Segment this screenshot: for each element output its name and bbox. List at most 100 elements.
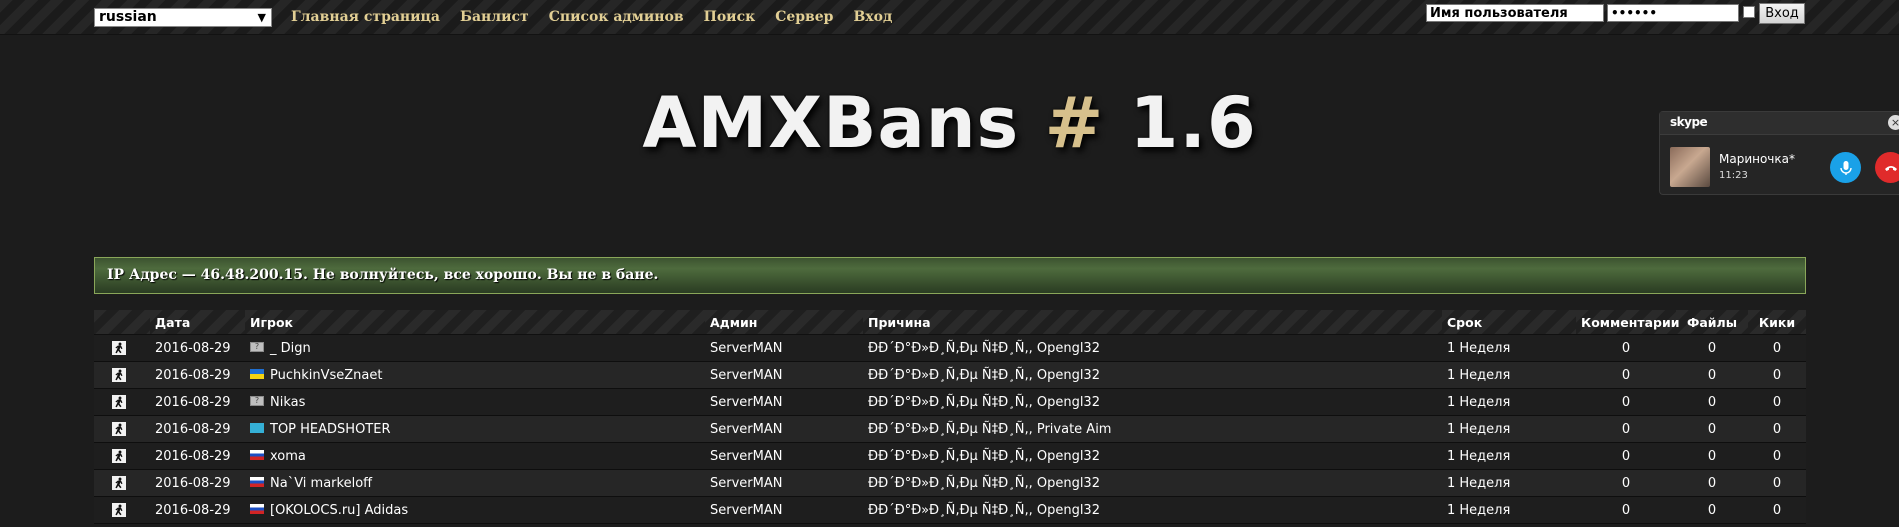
row-comments: 0: [1576, 361, 1676, 389]
row-date: 2016-08-29: [150, 469, 245, 497]
row-term: 1 Неделя: [1442, 496, 1576, 524]
logo-hash: #: [1044, 82, 1105, 164]
row-reason: ĐĐ´Đ°Đ»Đ¸Ñ‚Đµ Ñ‡Đ¸Ñ‚, Opengl32: [863, 469, 1442, 497]
row-comments: 0: [1576, 388, 1676, 416]
row-player: PuchkinVseZnaet: [245, 361, 705, 389]
ukraine-flag-icon: [250, 369, 264, 379]
row-icon-cell[interactable]: [94, 442, 150, 470]
table-header-row: Дата Игрок Админ Причина Срок Комментари…: [94, 310, 1806, 335]
skype-header: skype ×: [1660, 112, 1899, 135]
row-icon-cell[interactable]: [94, 415, 150, 443]
table-row[interactable]: 2016-08-29 Na`Vi markeloff ServerMAN ĐĐ´Đ°Đ…: [94, 469, 1806, 497]
row-date: 2016-08-29: [150, 361, 245, 389]
row-player: Na`Vi markeloff: [245, 469, 705, 497]
close-icon[interactable]: ×: [1888, 115, 1899, 130]
row-player: ? Nikas: [245, 388, 705, 416]
row-icon-cell[interactable]: [94, 496, 150, 524]
row-admin: ServerMAN: [705, 415, 863, 443]
row-admin: ServerMAN: [705, 496, 863, 524]
row-date: 2016-08-29: [150, 496, 245, 524]
row-reason: ĐĐ´Đ°Đ»Đ¸Ñ‚Đµ Ñ‡Đ¸Ñ‚, Opengl32: [863, 334, 1442, 362]
column-header-player[interactable]: Игрок: [245, 310, 705, 335]
nav-banlist[interactable]: Банлист: [460, 9, 529, 25]
login-button[interactable]: Вход: [1759, 3, 1805, 24]
cs-player-icon[interactable]: [112, 395, 126, 409]
cs-player-icon[interactable]: [112, 341, 126, 355]
table-row[interactable]: 2016-08-29? _ Dign ServerMAN ĐĐ´Đ°Đ»Đ¸Ñ‚Đµ …: [94, 334, 1806, 362]
microphone-icon: [1839, 160, 1852, 175]
kazakhstan-flag-icon: [250, 423, 264, 433]
avatar: [1670, 147, 1710, 187]
column-header-term[interactable]: Срок: [1442, 310, 1576, 335]
nav-search[interactable]: Поиск: [704, 9, 756, 25]
row-player: xoma: [245, 442, 705, 470]
row-player-name: Na`Vi markeloff: [270, 475, 373, 491]
unknown-flag-icon: ?: [250, 396, 264, 406]
row-term: 1 Неделя: [1442, 415, 1576, 443]
row-term: 1 Неделя: [1442, 442, 1576, 470]
skype-call-widget: skype × Мариночка* 11:23: [1659, 111, 1899, 195]
ban-table: Дата Игрок Админ Причина Срок Комментари…: [94, 310, 1806, 524]
end-call-button[interactable]: [1875, 152, 1899, 183]
language-select[interactable]: russian ▼: [94, 8, 272, 27]
remember-checkbox[interactable]: [1743, 6, 1755, 18]
row-icon-cell[interactable]: [94, 469, 150, 497]
ban-status-message: IP Адрес — 46.48.200.15. Не волнуйтесь, …: [94, 257, 1806, 294]
row-reason: ĐĐ´Đ°Đ»Đ¸Ñ‚Đµ Ñ‡Đ¸Ñ‚, Opengl32: [863, 496, 1442, 524]
table-row[interactable]: 2016-08-29 [OKOLOCS.ru] Adidas ServerMAN ĐĐ…: [94, 496, 1806, 524]
table-row[interactable]: 2016-08-29 PuchkinVseZnaet ServerMAN ĐĐ´Đ°Đ…: [94, 361, 1806, 389]
row-comments: 0: [1576, 469, 1676, 497]
column-header-files[interactable]: Файлы: [1676, 310, 1748, 335]
russia-flag-icon: [250, 504, 264, 514]
column-header-date[interactable]: Дата: [150, 310, 245, 335]
nav-server[interactable]: Сервер: [775, 9, 833, 25]
row-icon-cell[interactable]: [94, 388, 150, 416]
row-player-name: xoma: [270, 448, 306, 464]
row-term: 1 Неделя: [1442, 334, 1576, 362]
row-icon-cell[interactable]: [94, 361, 150, 389]
row-player-name: PuchkinVseZnaet: [270, 367, 383, 383]
nav-admin-list[interactable]: Список админов: [549, 9, 684, 25]
table-row[interactable]: 2016-08-29 TOP HEADSHOTER ServerMAN ĐĐ´Đ°Đ»…: [94, 415, 1806, 443]
table-row[interactable]: 2016-08-29? Nikas ServerMAN ĐĐ´Đ°Đ»Đ¸Ñ‚Đµ Ñ…: [94, 388, 1806, 416]
row-icon-cell[interactable]: [94, 334, 150, 362]
skype-call-time: 11:23: [1719, 170, 1748, 181]
row-comments: 0: [1576, 442, 1676, 470]
row-files: 0: [1676, 415, 1748, 443]
skype-logo: skype: [1670, 115, 1708, 129]
row-player-name: Nikas: [270, 394, 306, 410]
cs-player-icon[interactable]: [112, 368, 126, 382]
nav-home[interactable]: Главная страница: [291, 9, 440, 25]
row-admin: ServerMAN: [705, 388, 863, 416]
row-admin: ServerMAN: [705, 361, 863, 389]
row-reason: ĐĐ´Đ°Đ»Đ¸Ñ‚Đµ Ñ‡Đ¸Ñ‚, Opengl32: [863, 361, 1442, 389]
unknown-flag-icon: ?: [250, 342, 264, 352]
row-files: 0: [1676, 469, 1748, 497]
column-header-comments[interactable]: Комментарии: [1576, 310, 1680, 335]
username-input[interactable]: [1426, 4, 1604, 22]
row-reason: ĐĐ´Đ°Đ»Đ¸Ñ‚Đµ Ñ‡Đ¸Ñ‚, Opengl32: [863, 388, 1442, 416]
row-term: 1 Неделя: [1442, 361, 1576, 389]
cs-player-icon[interactable]: [112, 503, 126, 517]
cs-player-icon[interactable]: [112, 476, 126, 490]
row-date: 2016-08-29: [150, 334, 245, 362]
cs-player-icon[interactable]: [112, 449, 126, 463]
row-kicks: 0: [1748, 469, 1806, 497]
row-term: 1 Неделя: [1442, 469, 1576, 497]
row-comments: 0: [1576, 415, 1676, 443]
row-player: ? _ Dign: [245, 334, 705, 362]
column-header-kicks[interactable]: Кики: [1748, 310, 1806, 335]
skype-contact-name: Мариночка*: [1719, 152, 1796, 166]
column-header-admin[interactable]: Админ: [705, 310, 863, 335]
row-admin: ServerMAN: [705, 469, 863, 497]
microphone-button[interactable]: [1830, 152, 1861, 183]
table-row[interactable]: 2016-08-29 xoma ServerMAN ĐĐ´Đ°Đ»Đ¸Ñ‚Đµ Ñ‡Đ…: [94, 442, 1806, 470]
nav-login[interactable]: Вход: [853, 9, 892, 25]
cs-player-icon[interactable]: [112, 422, 126, 436]
row-kicks: 0: [1748, 334, 1806, 362]
row-date: 2016-08-29: [150, 388, 245, 416]
russia-flag-icon: [250, 477, 264, 487]
logo-version: 1.6: [1129, 82, 1257, 164]
password-input[interactable]: [1607, 4, 1739, 22]
column-header-reason[interactable]: Причина: [863, 310, 1442, 335]
